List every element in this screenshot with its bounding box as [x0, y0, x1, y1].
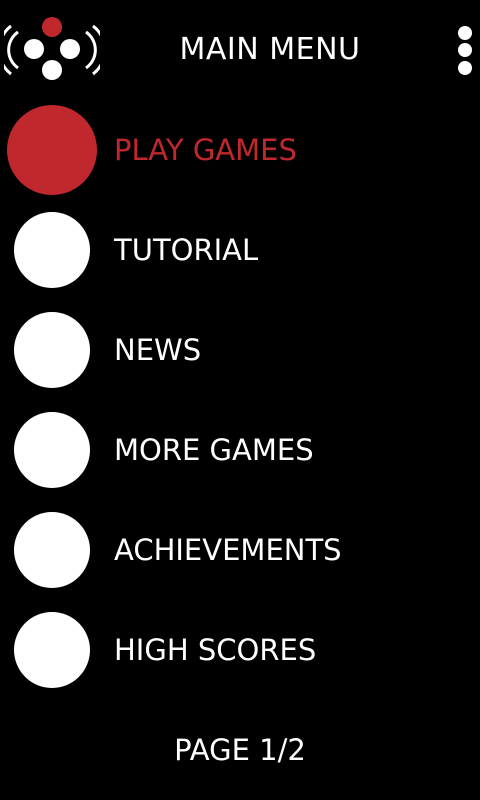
circle-icon [14, 412, 90, 488]
menu-item-label: PLAY GAMES [114, 133, 297, 167]
menu-item-achievements[interactable]: ACHIEVEMENTS [0, 500, 480, 600]
main-menu-list: PLAY GAMES TUTORIAL NEWS MORE GAMES ACHI… [0, 100, 480, 700]
gamepad-broadcast-icon[interactable] [0, 14, 107, 86]
overflow-dot [458, 61, 472, 75]
overflow-menu-icon[interactable] [450, 22, 480, 78]
header-bar: MAIN MENU [0, 0, 480, 100]
circle-icon [14, 612, 90, 688]
menu-item-news[interactable]: NEWS [0, 300, 480, 400]
overflow-dot [458, 43, 472, 57]
menu-item-label: TUTORIAL [114, 233, 259, 267]
menu-item-label: HIGH SCORES [114, 633, 317, 667]
circle-icon [14, 212, 90, 288]
menu-item-label: MORE GAMES [114, 433, 314, 467]
menu-item-label: NEWS [114, 333, 202, 367]
overflow-dot [458, 26, 472, 40]
page-indicator: PAGE 1/2 [174, 733, 306, 767]
menu-item-play-games[interactable]: PLAY GAMES [0, 100, 480, 200]
circle-icon [14, 512, 90, 588]
menu-item-tutorial[interactable]: TUTORIAL [0, 200, 480, 300]
menu-item-high-scores[interactable]: HIGH SCORES [0, 600, 480, 700]
page-title: MAIN MENU [179, 32, 361, 67]
menu-item-label: ACHIEVEMENTS [114, 533, 342, 567]
menu-item-more-games[interactable]: MORE GAMES [0, 400, 480, 500]
circle-icon [14, 312, 90, 388]
circle-icon [7, 105, 97, 195]
